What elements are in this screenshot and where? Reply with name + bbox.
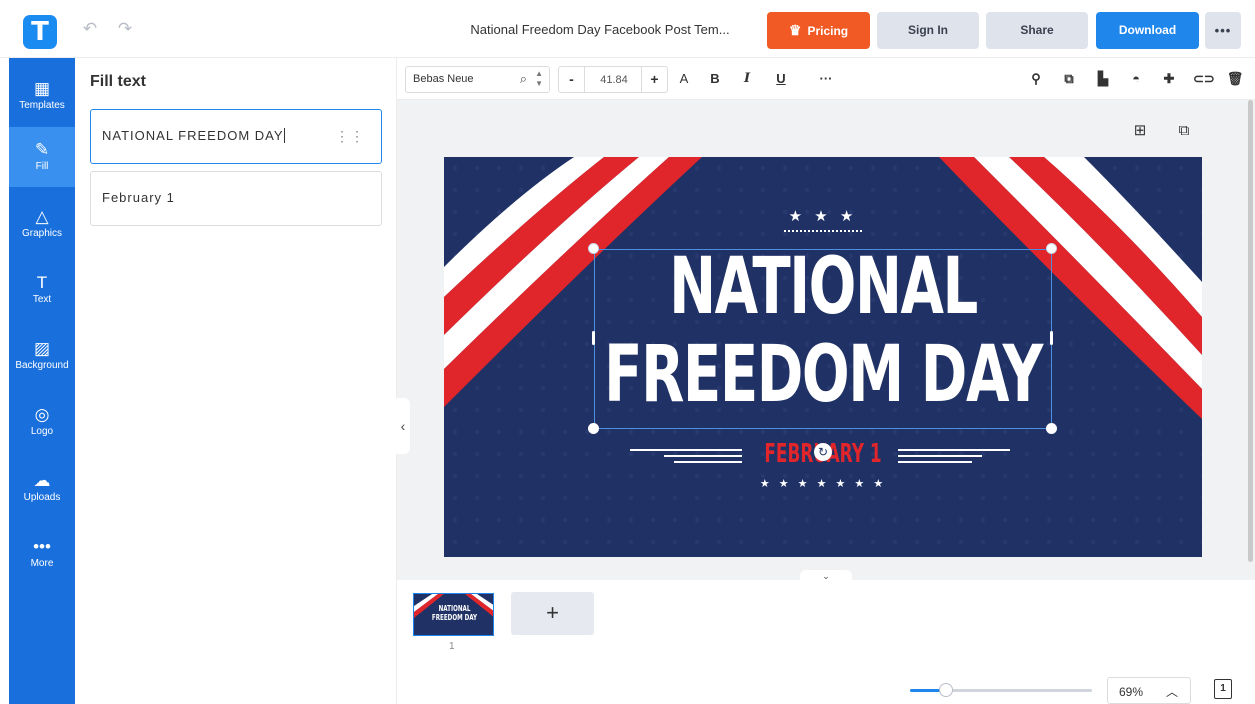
fill-text-panel: Fill text NATIONAL FREEDOM DAY ⋮⋮ Februa… (75, 58, 397, 704)
bold-button[interactable]: B (706, 70, 724, 88)
pricing-label: Pricing (807, 24, 849, 38)
underline-button[interactable]: U (772, 70, 790, 88)
zoom-value: 69% (1119, 685, 1144, 699)
undo-icon[interactable]: ↶ (80, 19, 100, 39)
resize-handle-top-left[interactable] (588, 243, 599, 254)
sidebar-item-label: Uploads (23, 492, 61, 503)
format-painter-icon[interactable]: ⚲ (1027, 70, 1045, 88)
share-button[interactable]: Share (986, 12, 1088, 49)
font-family-select[interactable]: Bebas Neue ⌕ ▲ ▼ (405, 66, 550, 93)
layer-order-icon[interactable]: ▙ (1094, 70, 1112, 88)
font-name: Bebas Neue (413, 73, 474, 85)
logo-icon: ◎ (34, 405, 50, 424)
left-sidebar: ▦ Templates ✎ Fill △ Graphics T Text ▨ B… (9, 58, 75, 704)
more-dots-icon: ••• (33, 537, 51, 556)
delete-icon[interactable]: 🗑 (1226, 70, 1244, 88)
pricing-button[interactable]: ♛ Pricing (767, 12, 870, 49)
background-icon: ▨ (33, 339, 51, 358)
text-color-button[interactable]: A (675, 70, 693, 88)
sidebar-item-label: Graphics (21, 228, 62, 239)
document-title[interactable]: National Freedom Day Facebook Post Tem..… (440, 22, 760, 37)
sidebar-item-uploads[interactable]: ☁ Uploads (9, 458, 75, 518)
page-number: 1 (449, 641, 455, 652)
font-size-decrease-button[interactable]: - (559, 67, 585, 92)
date-text-field[interactable]: February 1 (90, 171, 382, 226)
sidebar-item-logo[interactable]: ◎ Logo (9, 392, 75, 452)
sidebar-item-label: Background (15, 360, 69, 371)
text-toolbar: Bebas Neue ⌕ ▲ ▼ - 41.84 + A B I U ··· ⚲ … (397, 58, 1255, 100)
sidebar-item-fill[interactable]: ✎ Fill (9, 127, 75, 187)
sidebar-item-label: Logo (30, 426, 54, 437)
drag-handle-icon[interactable]: ⋮⋮ (335, 128, 365, 145)
zoom-select[interactable]: 69% ︿ (1107, 677, 1191, 704)
selection-box[interactable] (594, 249, 1052, 429)
align-icon[interactable]: ✚ (1160, 70, 1178, 88)
text-caret (283, 128, 285, 143)
font-size-stepper[interactable]: - 41.84 + (558, 66, 668, 93)
add-page-button[interactable]: + (511, 592, 594, 635)
sidebar-item-text[interactable]: T Text (9, 260, 75, 320)
sidebar-item-templates[interactable]: ▦ Templates (9, 66, 75, 126)
sidebar-item-label: More (30, 558, 54, 569)
app-logo[interactable]: T (23, 15, 57, 49)
page-thumbnail[interactable]: NATIONAL FREEDOM DAY (413, 593, 494, 636)
pencil-icon: ✎ (34, 140, 50, 159)
shapes-icon: △ (35, 207, 49, 226)
sidebar-item-background[interactable]: ▨ Background (9, 326, 75, 386)
text-icon: T (36, 273, 48, 292)
upload-cloud-icon: ☁ (33, 471, 51, 490)
link-icon[interactable]: ⊂⊃ (1193, 70, 1215, 88)
bottom-stars: ★ ★ ★ ★ ★ ★ ★ (759, 478, 887, 490)
sign-in-button[interactable]: Sign In (877, 12, 979, 49)
font-size-value[interactable]: 41.84 (585, 74, 643, 86)
copy-icon[interactable]: ⧉ (1060, 70, 1078, 88)
page-count-icon[interactable]: 1 (1214, 679, 1232, 699)
panel-title: Fill text (90, 73, 147, 90)
redo-icon[interactable]: ↷ (115, 19, 135, 39)
sidebar-item-label: Templates (19, 100, 65, 111)
resize-handle-bottom-right[interactable] (1046, 423, 1057, 434)
italic-button[interactable]: I (738, 70, 756, 88)
font-spinner-icon: ▲ ▼ (535, 69, 543, 88)
vertical-scrollbar[interactable] (1248, 100, 1253, 562)
thumbnail-title: NATIONAL FREEDOM DAY (426, 604, 483, 622)
date-field-value: February 1 (102, 190, 175, 205)
top-stars: ★ ★ ★ (788, 208, 858, 225)
duplicate-page-icon[interactable]: ⧉ (1175, 122, 1193, 140)
resize-handle-right[interactable] (1050, 331, 1053, 345)
search-icon: ⌕ (519, 71, 527, 86)
thumbnail-line-2: FREEDOM DAY (431, 613, 478, 622)
more-text-options-button[interactable]: ··· (817, 70, 835, 88)
crown-icon: ♛ (788, 22, 802, 38)
top-bar: T ↶ ↷ National Freedom Day Facebook Post… (0, 0, 1255, 58)
headline-text-field[interactable]: NATIONAL FREEDOM DAY ⋮⋮ (90, 109, 382, 164)
sidebar-item-label: Text (32, 294, 52, 305)
sidebar-item-label: Fill (35, 161, 49, 172)
sidebar-item-more[interactable]: ••• More (9, 524, 75, 584)
resize-handle-bottom-left[interactable] (588, 423, 599, 434)
resize-handle-top-right[interactable] (1046, 243, 1057, 254)
templates-icon: ▦ (33, 79, 51, 98)
collapse-panel-button[interactable]: ‹ (396, 398, 410, 454)
thumbnail-line-1: NATIONAL (438, 604, 471, 613)
zoom-slider[interactable] (910, 683, 1092, 697)
chevron-up-icon: ︿ (1165, 685, 1178, 699)
rotate-handle-icon[interactable]: ↻ (814, 443, 832, 461)
add-page-icon[interactable]: ⊞ (1131, 122, 1149, 140)
resize-handle-left[interactable] (592, 331, 595, 345)
download-button[interactable]: Download (1096, 12, 1199, 49)
sidebar-item-graphics[interactable]: △ Graphics (9, 194, 75, 254)
headline-field-value: NATIONAL FREEDOM DAY (102, 128, 284, 143)
opacity-icon[interactable]: ◓ (1127, 70, 1145, 88)
design-canvas[interactable]: ★ ★ ★ NATIONAL FREEDOM DAY FEBRUARY 1 ★ … (444, 157, 1202, 557)
more-menu-button[interactable]: ••• (1205, 12, 1241, 49)
font-size-increase-button[interactable]: + (641, 67, 667, 92)
